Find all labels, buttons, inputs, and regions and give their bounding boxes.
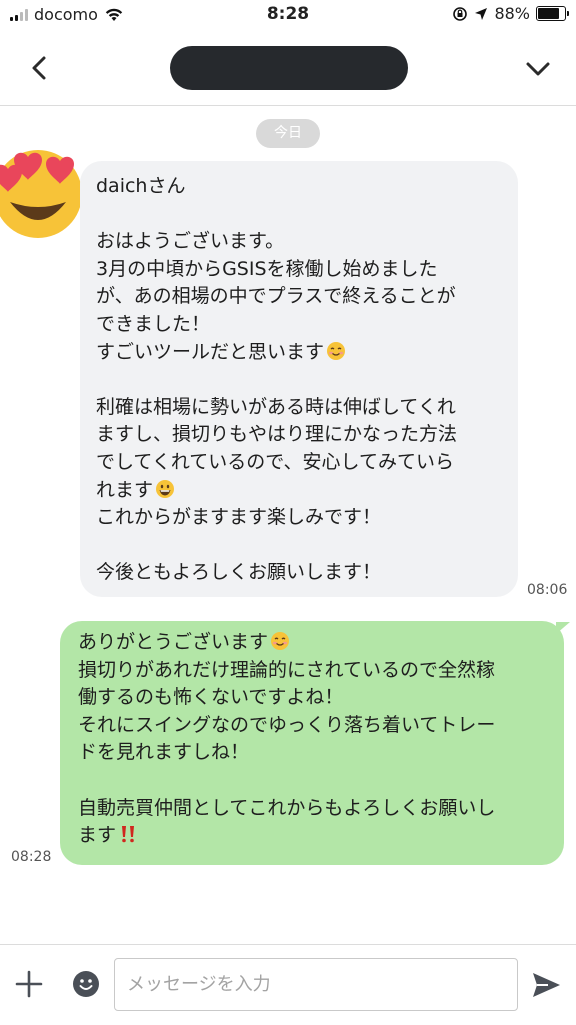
message-text: れます xyxy=(96,478,154,501)
status-right: 88% xyxy=(452,4,569,23)
location-icon xyxy=(475,7,488,20)
message-input[interactable] xyxy=(114,958,518,1011)
battery-icon xyxy=(536,6,569,21)
double-exclamation-emoji-icon xyxy=(122,826,135,843)
message-line: おはようございます。 xyxy=(96,230,285,253)
message-line: これからがますます楽しみです！ xyxy=(96,506,382,529)
message-line: ドを見れますしね！ xyxy=(78,741,250,764)
message-line-with-emoji: ありがとうございます xyxy=(78,629,546,657)
message-text: すごいツールだと思います xyxy=(96,340,325,363)
smiley-icon[interactable] xyxy=(72,970,100,998)
message-line: それにスイングなのでゆっくり落ち着いてトレー xyxy=(78,713,496,736)
message-line xyxy=(78,767,546,795)
outgoing-message-bubble[interactable]: ありがとうございます 損切りがあれだけ理論的にされているので全然稼 働するのも怖… xyxy=(60,621,564,865)
date-separator: 今日 xyxy=(256,119,320,148)
chevron-left-icon[interactable] xyxy=(22,50,58,86)
message-line xyxy=(96,532,502,560)
status-bar: docomo 8:28 88% xyxy=(0,0,576,30)
message-line-with-emoji: ます xyxy=(78,822,546,850)
message-line: 今後ともよろしくお願いします！ xyxy=(96,561,382,584)
message-line: でしてくれているので、安心してみていら xyxy=(96,450,454,473)
chat-title-redacted[interactable] xyxy=(170,46,408,90)
chat-area[interactable]: 今日 daichさん おはようございます。 3月の中頃からGSISを稼働し始めま… xyxy=(0,106,576,944)
message-line: 利確は相場に勢いがある時は伸ばしてくれ xyxy=(96,395,456,418)
incoming-timestamp: 08:06 xyxy=(527,582,568,598)
heart-eyes-emoji-avatar[interactable] xyxy=(0,142,84,242)
battery-percent: 88% xyxy=(494,4,530,23)
send-icon[interactable] xyxy=(530,969,562,1001)
message-line: 損切りがあれだけ理論的にされているので全然稼 xyxy=(78,658,496,681)
message-line-with-emoji: れます xyxy=(96,477,502,505)
outgoing-bubble-tail xyxy=(556,622,570,634)
message-line: 働するのも怖くないですよね！ xyxy=(78,686,344,709)
plus-icon[interactable] xyxy=(12,967,46,1001)
chat-header xyxy=(0,30,576,106)
message-line-with-emoji: すごいツールだと思います xyxy=(96,339,502,367)
message-line xyxy=(96,366,502,394)
message-text: ありがとうございます xyxy=(78,631,269,653)
battery-fill xyxy=(538,8,559,19)
message-line: daichさん xyxy=(96,175,186,197)
message-line: 3月の中頃からGSISを稼働し始めました xyxy=(96,257,438,280)
incoming-message-bubble[interactable]: daichさん おはようございます。 3月の中頃からGSISを稼働し始めました … xyxy=(80,161,518,597)
grinning-face-emoji-icon xyxy=(156,479,175,498)
message-text: ます xyxy=(78,824,117,847)
smiling-face-emoji-icon xyxy=(271,632,290,650)
smiling-face-emoji-icon xyxy=(327,341,346,360)
message-input-bar xyxy=(0,944,576,1025)
chevron-down-icon[interactable] xyxy=(520,50,556,86)
message-line: できました！ xyxy=(96,312,211,335)
message-line: が、あの相場の中でプラスで終えることが xyxy=(96,285,456,308)
message-line: ますし、損切りもやはり理にかなった方法 xyxy=(96,423,458,446)
outgoing-timestamp: 08:28 xyxy=(11,849,52,865)
message-line xyxy=(96,201,502,229)
orientation-lock-icon xyxy=(453,6,468,21)
message-line: 自動売買仲間としてこれからもよろしくお願いし xyxy=(78,796,496,819)
